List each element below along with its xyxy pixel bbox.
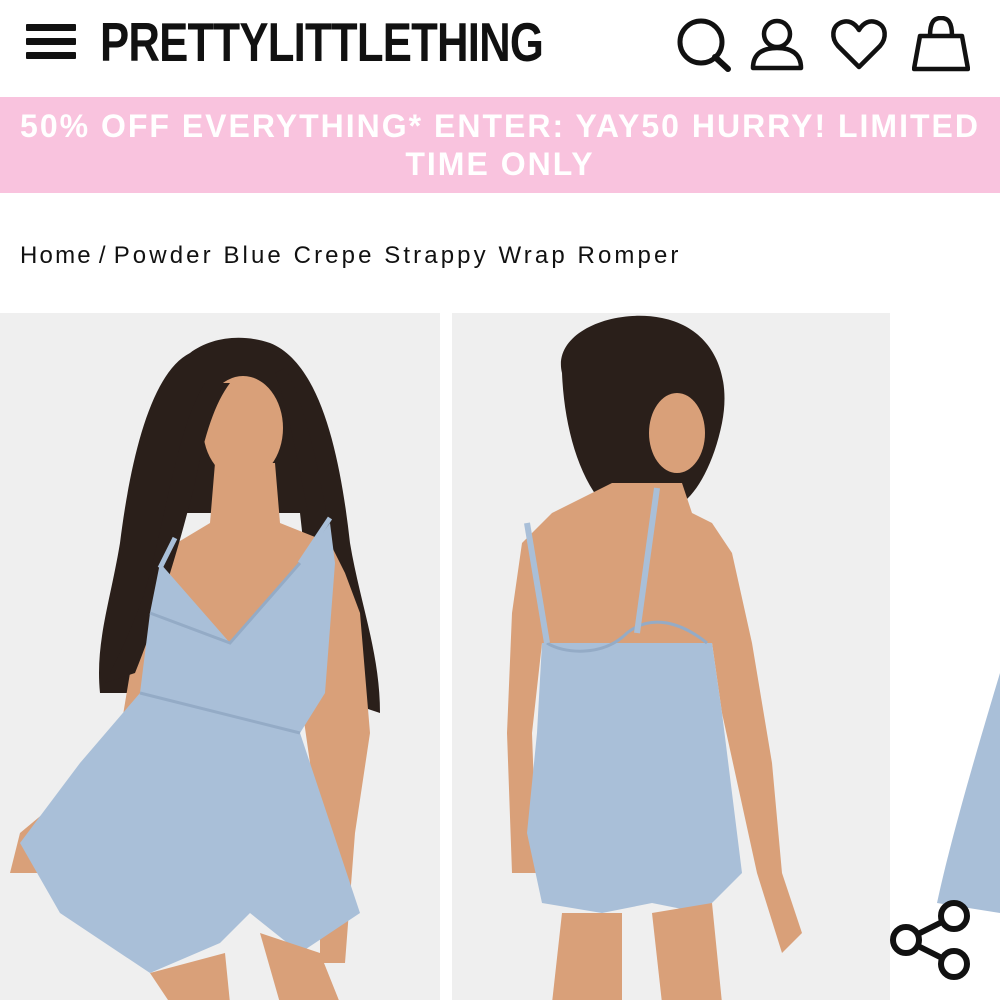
- brand-logo[interactable]: PRETTYLITTLETHING: [100, 8, 544, 76]
- breadcrumb-separator: /: [98, 242, 108, 269]
- promo-text: 50% OFF EVERYTHING* ENTER: YAY50 HURRY! …: [20, 108, 980, 182]
- product-front-photo[interactable]: [0, 313, 440, 1000]
- shopping-bag-icon[interactable]: [912, 16, 970, 74]
- breadcrumb-home-link[interactable]: Home: [20, 242, 93, 269]
- site-header: PRETTYLITTLETHING: [0, 0, 1000, 96]
- breadcrumb: Home / Powder Blue Crepe Strappy Wrap Romp…: [20, 238, 682, 274]
- promo-banner[interactable]: 50% OFF EVERYTHING* ENTER: YAY50 HURRY! …: [0, 97, 1000, 193]
- search-icon[interactable]: [674, 16, 732, 74]
- heart-icon[interactable]: [830, 16, 888, 74]
- share-icon[interactable]: [884, 898, 974, 988]
- product-page: PRETTYLITTLETHING 50% OFF EVERYTHING* EN…: [0, 0, 1000, 1000]
- breadcrumb-current: Powder Blue Crepe Strappy Wrap Romper: [113, 242, 682, 269]
- user-icon[interactable]: [748, 16, 806, 74]
- product-back-photo[interactable]: [452, 313, 890, 1000]
- hamburger-menu-icon[interactable]: [24, 16, 80, 68]
- product-side-photo[interactable]: [902, 313, 1000, 1000]
